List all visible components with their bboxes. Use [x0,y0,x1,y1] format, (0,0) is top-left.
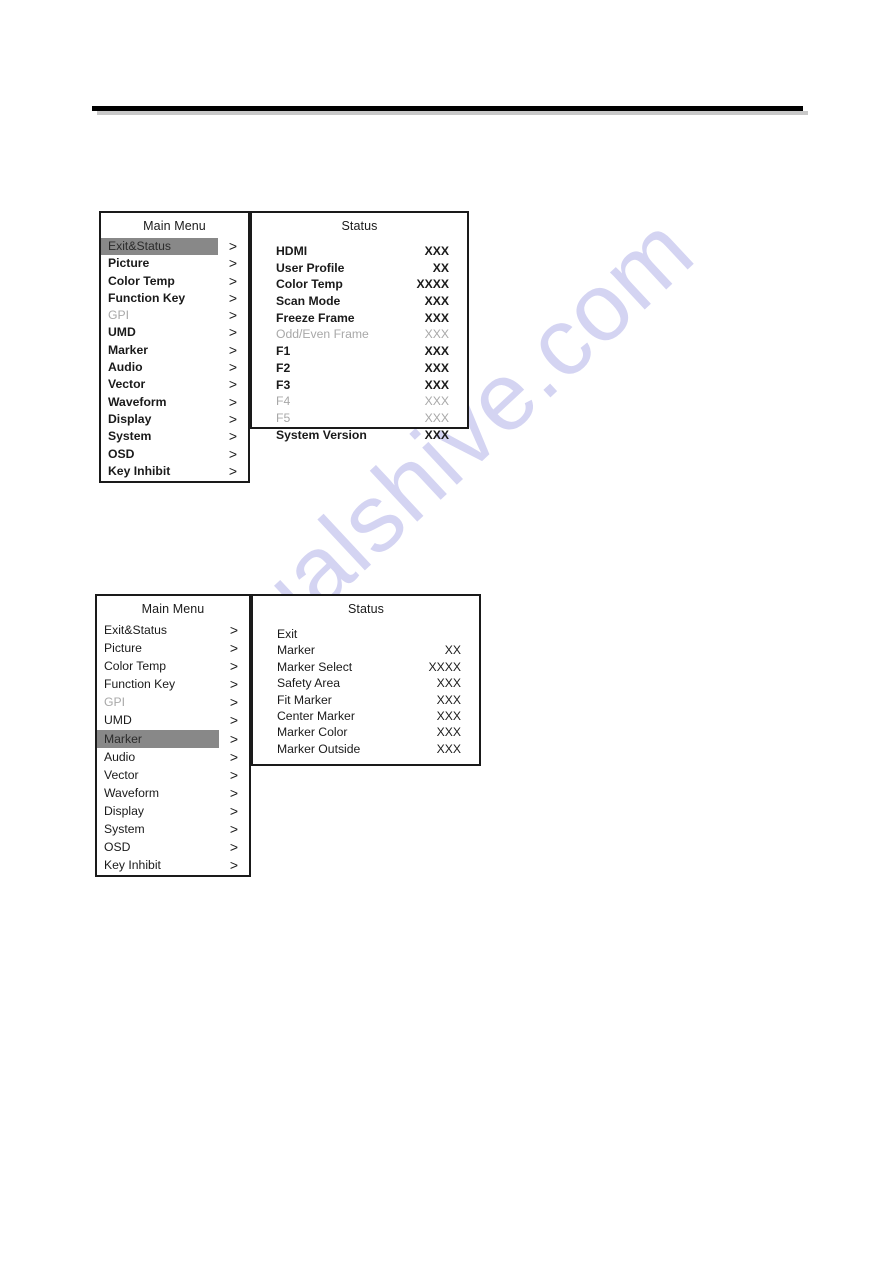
chevron-right-icon: > [229,748,239,765]
status-row[interactable]: Marker Select XXXX [253,659,479,675]
menu-item-umd[interactable]: UMD > [97,711,249,729]
status-row-label: Fit Marker [277,692,332,707]
chevron-right-icon: > [229,694,239,711]
status-row-label: Safety Area [277,676,341,691]
menu-item-label: GPI [104,695,125,710]
status-row-label: Marker Color [277,725,348,740]
menu-item-label: Audio [104,749,136,764]
menu-item-label: Function Key [104,677,176,692]
menu-item-label: Display [104,803,144,818]
menu-item-display[interactable]: Display > [97,802,249,820]
menu-item-label: UMD [104,713,132,728]
chevron-right-icon: > [229,622,239,638]
chevron-right-icon: > [229,640,239,657]
menu-item-exit-status[interactable]: Exit&Status > [97,621,249,639]
chevron-right-icon: > [229,658,239,675]
menu-item-label: Picture [104,641,142,656]
status-row-label: Center Marker [277,708,355,723]
main-menu-panel: Main Menu Exit&Status > Picture > Color … [95,594,251,877]
menu-item-picture[interactable]: Picture > [97,639,249,657]
menu-item-label: Key Inhibit [104,858,161,873]
chevron-right-icon: > [229,730,239,747]
chevron-right-icon: > [229,821,239,838]
menu-item-marker[interactable]: Marker > [97,729,249,748]
status-row[interactable]: Exit [253,626,479,642]
status-row[interactable]: Fit Marker XXX [253,692,479,708]
status-row[interactable]: Center Marker XXX [253,708,479,724]
chevron-right-icon: > [229,839,239,856]
main-menu-title: Main Menu [141,602,205,616]
status-row-value: XX [444,643,461,658]
status-row-value: XXX [436,692,461,707]
menu-item-label: Waveform [104,785,160,800]
status-row[interactable]: Marker XX [253,642,479,658]
chevron-right-icon: > [229,857,239,874]
menu-item-label: Exit&Status [104,623,167,637]
status-row[interactable]: Safety Area XXX [253,675,479,691]
status-panel: Status Exit Marker XX Marker Select XXXX… [251,594,481,766]
status-row-label: Marker Outside [277,741,361,756]
status-row-label: Exit [277,627,298,641]
chevron-right-icon: > [229,766,239,783]
status-list: Exit Marker XX Marker Select XXXX Safety… [253,621,479,757]
status-row-value: XXX [436,676,461,691]
figure-marker-menu: Main Menu Exit&Status > Picture > Color … [0,0,893,900]
status-row[interactable]: Marker Outside XXX [253,741,479,757]
menu-item-gpi: GPI > [97,693,249,711]
menu-item-key-inhibit[interactable]: Key Inhibit > [97,856,249,874]
chevron-right-icon: > [229,802,239,819]
status-row[interactable]: Marker Color XXX [253,724,479,740]
menu-item-label: Marker [97,729,219,748]
menu-item-color-temp[interactable]: Color Temp > [97,657,249,675]
menu-item-system[interactable]: System > [97,820,249,838]
status-row-label: Marker Select [277,659,353,674]
menu-item-vector[interactable]: Vector > [97,766,249,784]
menu-item-label: Color Temp [104,659,167,674]
menu-item-audio[interactable]: Audio > [97,748,249,766]
chevron-right-icon: > [229,784,239,801]
menu-item-label: OSD [104,840,131,855]
main-menu-list: Exit&Status > Picture > Color Temp > Fun… [97,621,249,878]
menu-item-function-key[interactable]: Function Key > [97,675,249,693]
status-row-value: XXX [436,741,461,756]
status-panel-title: Status [347,602,385,616]
status-row-label: Marker [277,643,315,658]
status-row-value: XXX [436,725,461,740]
chevron-right-icon: > [229,712,239,729]
status-row-value: XXX [436,708,461,723]
status-row-value: XXXX [428,659,461,674]
menu-item-waveform[interactable]: Waveform > [97,784,249,802]
menu-item-label: Vector [104,767,139,782]
menu-item-osd[interactable]: OSD > [97,838,249,856]
menu-item-label: System [104,822,145,837]
chevron-right-icon: > [229,676,239,693]
